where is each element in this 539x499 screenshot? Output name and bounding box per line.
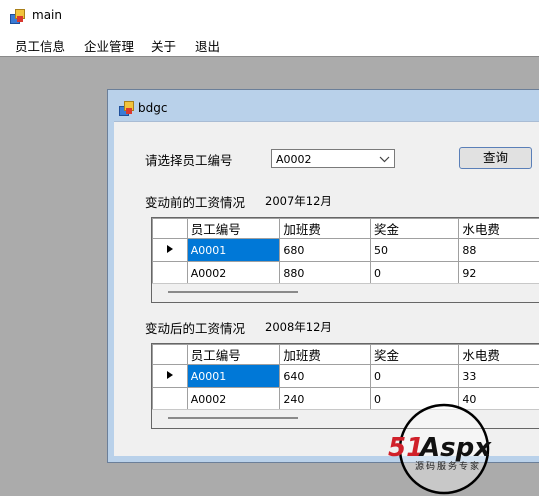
column-header[interactable]: 加班费 (280, 219, 371, 239)
cell[interactable]: 88 (459, 239, 539, 262)
cell[interactable]: 0 (370, 262, 458, 285)
scrollbar-thumb[interactable] (168, 291, 298, 293)
table-row[interactable]: A0001 680 50 88 (153, 239, 539, 262)
chevron-down-icon[interactable] (379, 150, 390, 171)
grid-corner (153, 345, 188, 365)
child-window-title: bdgc (138, 101, 167, 115)
row-header[interactable] (153, 262, 188, 285)
column-header[interactable]: 奖金 (370, 345, 458, 365)
before-salary-label: 变动前的工资情况 (145, 192, 245, 211)
row-header[interactable] (153, 388, 188, 411)
cell[interactable]: 640 (280, 365, 371, 388)
table-row[interactable]: A0002 880 0 92 (153, 262, 539, 285)
after-salary-label: 变动后的工资情况 (145, 318, 245, 337)
menu-about[interactable]: 关于 (151, 36, 176, 55)
cell[interactable]: A0002 (187, 262, 280, 285)
menu-employee-info[interactable]: 员工信息 (15, 36, 65, 55)
row-pointer-icon[interactable] (153, 239, 188, 262)
menu-exit[interactable]: 退出 (195, 36, 220, 55)
cell[interactable]: 680 (280, 239, 371, 262)
svg-text:源码服务专家: 源码服务专家 (415, 460, 481, 472)
menu-enterprise-management[interactable]: 企业管理 (84, 36, 134, 55)
app-icon (10, 9, 24, 23)
select-employee-label: 请选择员工编号 (145, 150, 233, 169)
watermark-logo: 51 Aspx 源码服务专家 (388, 402, 508, 496)
svg-text:Aspx: Aspx (418, 433, 492, 463)
scrollbar-thumb[interactable] (168, 417, 298, 419)
column-header[interactable]: 员工编号 (187, 219, 280, 239)
query-button[interactable]: 查询 (459, 147, 532, 169)
column-header[interactable]: 水电费 (459, 345, 539, 365)
cell[interactable]: 240 (280, 388, 371, 411)
cell[interactable]: 880 (280, 262, 371, 285)
column-header[interactable]: 水电费 (459, 219, 539, 239)
cell[interactable]: 92 (459, 262, 539, 285)
cell[interactable]: 33 (459, 365, 539, 388)
employee-id-value: A0002 (276, 153, 312, 166)
menu-bar: 员工信息 企业管理 关于 退出 (0, 31, 539, 55)
cell[interactable]: A0001 (187, 365, 280, 388)
cell[interactable]: A0001 (187, 239, 280, 262)
column-header[interactable]: 员工编号 (187, 345, 280, 365)
row-pointer-icon[interactable] (153, 365, 188, 388)
horizontal-scrollbar[interactable] (152, 283, 539, 302)
employee-id-select[interactable]: A0002 (271, 149, 395, 168)
column-header[interactable]: 奖金 (370, 219, 458, 239)
cell[interactable]: 0 (370, 365, 458, 388)
svg-text:51: 51 (388, 433, 424, 463)
child-window-icon (119, 101, 133, 115)
column-header[interactable]: 加班费 (280, 345, 371, 365)
before-date: 2007年12月 (265, 193, 332, 209)
after-date: 2008年12月 (265, 319, 332, 335)
grid-corner (153, 219, 188, 239)
cell[interactable]: 50 (370, 239, 458, 262)
cell[interactable]: A0002 (187, 388, 280, 411)
before-salary-grid[interactable]: 员工编号 加班费 奖金 水电费 A0001 680 50 88 A0002 (151, 217, 539, 303)
window-title: main (32, 8, 62, 22)
main-titlebar: main (0, 0, 539, 31)
table-row[interactable]: A0001 640 0 33 (153, 365, 539, 388)
